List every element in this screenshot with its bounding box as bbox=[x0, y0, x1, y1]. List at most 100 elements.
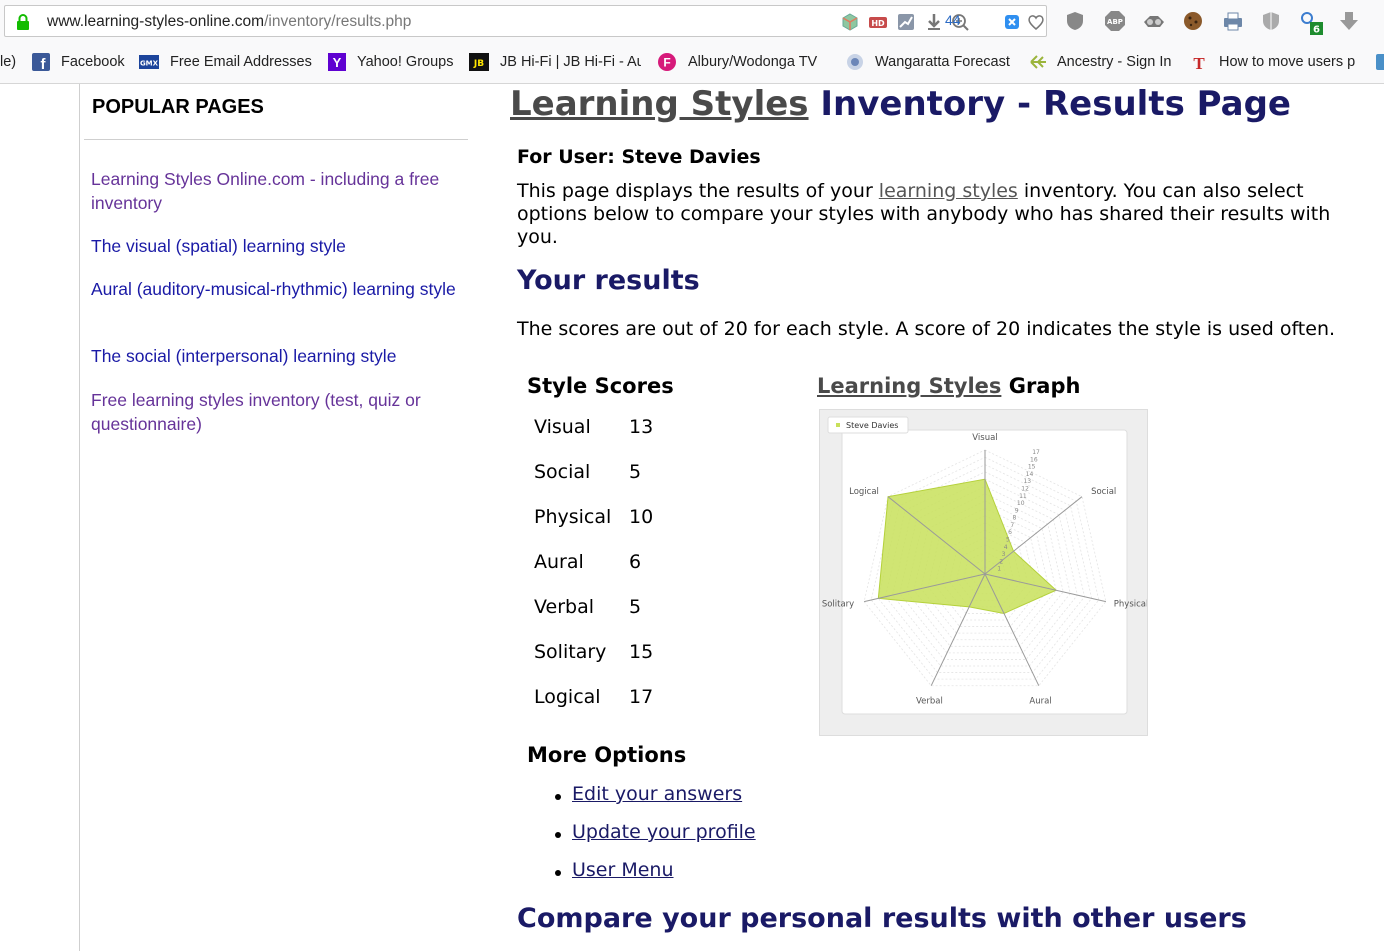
chart-legend-label: Steve Davies bbox=[846, 421, 898, 430]
hd-icon[interactable]: HD bbox=[868, 12, 888, 32]
jbhifi-icon: JB bbox=[469, 53, 489, 71]
chart-tick-label: 10 bbox=[1017, 500, 1025, 507]
list-bullet bbox=[555, 832, 561, 838]
bookmark-free-email[interactable]: Free Email Addresses bbox=[170, 54, 312, 70]
score-label: Visual bbox=[534, 416, 591, 438]
sidebar-link-social[interactable]: The social (interpersonal) learning styl… bbox=[91, 344, 461, 368]
page-title: Learning Styles Inventory - Results Page bbox=[510, 84, 1291, 124]
score-value: 5 bbox=[629, 461, 642, 483]
bookmark-jbhifi[interactable]: JB Hi-Fi | JB Hi-Fi - Au bbox=[500, 54, 641, 70]
chart-tick-label: 6 bbox=[1008, 529, 1012, 536]
chart-tick-label: 7 bbox=[1010, 522, 1014, 529]
chart-tick-label: 2 bbox=[999, 558, 1003, 565]
chart-tick-label: 8 bbox=[1013, 515, 1017, 522]
extension-badge-count: 6 bbox=[1313, 25, 1320, 36]
chart-tick-label: 13 bbox=[1023, 478, 1031, 485]
lock-icon bbox=[17, 14, 29, 30]
svg-text:ABP: ABP bbox=[1107, 18, 1123, 26]
chart-axis-label: Logical bbox=[849, 487, 879, 497]
cube-icon[interactable] bbox=[840, 12, 860, 32]
sidebar-link-aural[interactable]: Aural (auditory-musical-rhythmic) learni… bbox=[91, 277, 461, 301]
score-value: 5 bbox=[629, 596, 642, 618]
chart-tick-label: 11 bbox=[1019, 493, 1027, 500]
bookmarks-bar: le) f Facebook GMX Free Email Addresses … bbox=[0, 42, 1384, 84]
user-menu-link[interactable]: User Menu bbox=[572, 859, 674, 881]
chart-tick-label: 17 bbox=[1032, 449, 1040, 456]
edit-answers-link[interactable]: Edit your answers bbox=[572, 783, 742, 805]
chart-extension-icon[interactable] bbox=[896, 12, 916, 32]
url-text[interactable]: www.learning-styles-online.com/inventory… bbox=[47, 13, 411, 31]
score-label: Social bbox=[534, 461, 591, 483]
score-label: Solitary bbox=[534, 641, 607, 663]
chart-tick-label: 5 bbox=[1006, 537, 1010, 544]
arrow-down-icon[interactable] bbox=[1338, 10, 1360, 32]
your-results-heading: Your results bbox=[517, 265, 700, 296]
extension-badge-icon[interactable]: 6 bbox=[1298, 10, 1324, 36]
glasses-icon[interactable] bbox=[1142, 10, 1166, 32]
sidebar-link-inventory[interactable]: Free learning styles inventory (test, qu… bbox=[91, 388, 461, 436]
update-profile-link[interactable]: Update your profile bbox=[572, 821, 756, 843]
bookmark-ancestry[interactable]: Ancestry - Sign In bbox=[1057, 54, 1171, 70]
bookmark-edge-icon bbox=[1376, 54, 1384, 70]
chart-tick-label: 16 bbox=[1030, 456, 1038, 463]
t-icon: T bbox=[1193, 54, 1205, 72]
svg-text:F: F bbox=[663, 56, 670, 70]
page-left-border bbox=[79, 84, 80, 951]
popular-pages-heading: POPULAR PAGES bbox=[92, 96, 264, 118]
score-value: 6 bbox=[629, 551, 642, 573]
score-value: 13 bbox=[629, 416, 654, 438]
abp-icon[interactable]: ABP bbox=[1104, 10, 1126, 32]
svg-text:T: T bbox=[1193, 54, 1205, 72]
cookie-icon[interactable] bbox=[1182, 10, 1204, 32]
bookmark-albury-tv[interactable]: Albury/Wodonga TV bbox=[688, 54, 823, 70]
title-rest: Inventory - Results Page bbox=[808, 84, 1291, 124]
graph-title-link[interactable]: Learning Styles bbox=[817, 374, 1001, 398]
download-icon[interactable] bbox=[924, 12, 944, 32]
svg-text:JB: JB bbox=[473, 59, 484, 69]
score-label: Physical bbox=[534, 506, 612, 528]
facebook-icon: f bbox=[32, 53, 50, 72]
title-link[interactable]: Learning Styles bbox=[510, 84, 809, 124]
tv-icon: F bbox=[658, 53, 676, 71]
sidebar-link-home[interactable]: Learning Styles Online.com - including a… bbox=[91, 167, 461, 215]
url-domain: www.learning-styles-online.com bbox=[47, 13, 265, 30]
for-user: For User: Steve Davies bbox=[517, 146, 761, 168]
printer-icon[interactable] bbox=[1221, 10, 1245, 32]
bookmark-wangaratta[interactable]: Wangaratta Forecast bbox=[875, 54, 1010, 70]
score-value: 10 bbox=[629, 506, 654, 528]
weather-icon bbox=[847, 54, 863, 70]
chart-tick-label: 1 bbox=[997, 566, 1001, 573]
score-label: Aural bbox=[534, 551, 584, 573]
chart-axis-label: Visual bbox=[972, 433, 997, 443]
shield-icon[interactable] bbox=[1064, 10, 1086, 32]
svg-text:HD: HD bbox=[871, 19, 885, 28]
svg-text:GMX: GMX bbox=[140, 60, 159, 68]
sidebar-divider bbox=[84, 139, 468, 140]
chart-tick-label: 4 bbox=[1004, 544, 1008, 551]
score-label: Verbal bbox=[534, 596, 595, 618]
security-shield-icon[interactable] bbox=[1260, 10, 1282, 32]
compare-heading: Compare your personal results with other… bbox=[517, 903, 1247, 934]
score-value: 15 bbox=[629, 641, 654, 663]
chart-tick-label: 9 bbox=[1015, 507, 1019, 514]
style-scores-heading: Style Scores bbox=[527, 374, 674, 398]
bookmark-yahoo-groups[interactable]: Yahoo! Groups bbox=[357, 54, 453, 70]
privacy-badge-icon[interactable] bbox=[1002, 12, 1022, 32]
chart-tick-label: 3 bbox=[1002, 551, 1006, 558]
intro-text: This page displays the results of your l… bbox=[517, 180, 1362, 249]
url-path: /inventory/results.php bbox=[264, 13, 412, 30]
intro-link[interactable]: learning styles bbox=[879, 180, 1018, 202]
bookmark-facebook[interactable]: Facebook bbox=[61, 54, 125, 70]
more-options-heading: More Options bbox=[527, 743, 687, 767]
score-label: Logical bbox=[534, 686, 601, 708]
url-bar[interactable]: www.learning-styles-online.com/inventory… bbox=[4, 5, 1047, 37]
browser-toolbar: www.learning-styles-online.com/inventory… bbox=[0, 0, 1384, 42]
chart-axis-label: Aural bbox=[1029, 696, 1051, 706]
gmx-icon: GMX bbox=[139, 55, 159, 69]
sidebar-link-visual[interactable]: The visual (spatial) learning style bbox=[91, 234, 461, 258]
heart-icon[interactable] bbox=[1026, 12, 1046, 32]
bookmark-truncated[interactable]: le) bbox=[0, 54, 16, 70]
chart-axis-label: Social bbox=[1091, 487, 1116, 497]
intro-before: This page displays the results of your bbox=[517, 180, 879, 202]
bookmark-move-users[interactable]: How to move users p bbox=[1219, 54, 1359, 70]
